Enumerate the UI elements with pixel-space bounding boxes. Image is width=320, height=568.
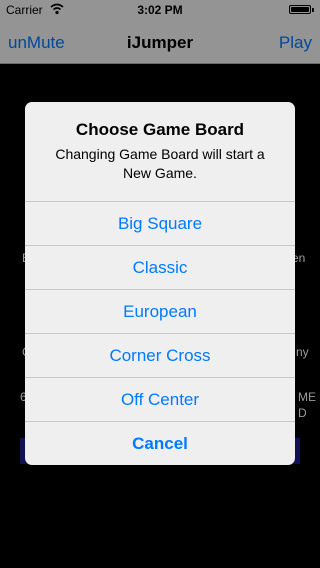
alert-message: Changing Game Board will start a New Gam… — [55, 146, 265, 181]
off-center-button[interactable]: Off Center — [25, 377, 295, 421]
corner-cross-button[interactable]: Corner Cross — [25, 333, 295, 377]
alert-title: Choose Game Board — [75, 120, 245, 139]
big-square-button[interactable]: Big Square — [25, 201, 295, 245]
classic-button[interactable]: Classic — [25, 245, 295, 289]
choose-board-alert: Choose Game Board Changing Game Board wi… — [25, 102, 295, 465]
european-button[interactable]: European — [25, 289, 295, 333]
cancel-button[interactable]: Cancel — [25, 421, 295, 465]
alert-header: Choose Game Board Changing Game Board wi… — [25, 102, 295, 201]
